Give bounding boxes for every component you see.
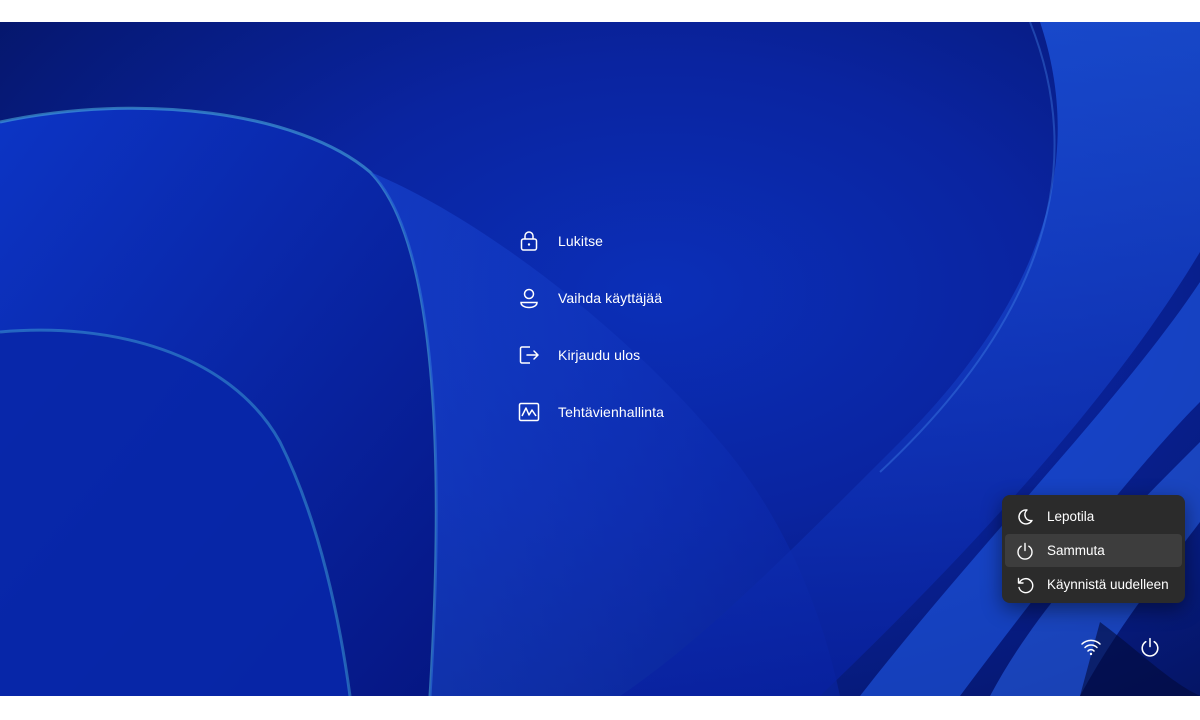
lock-label: Lukitse — [558, 232, 604, 249]
security-options-screen: Lukitse Vaihda käyttäjää Kirjaudu ulos T… — [0, 22, 1200, 696]
lock-button[interactable]: Lukitse — [510, 212, 664, 269]
sign-out-button[interactable]: Kirjaudu ulos — [510, 326, 664, 383]
task-manager-label: Tehtävienhallinta — [558, 403, 664, 420]
security-options-menu: Lukitse Vaihda käyttäjää Kirjaudu ulos T… — [510, 212, 664, 440]
switch-user-label: Vaihda käyttäjää — [558, 289, 663, 306]
task-manager-button[interactable]: Tehtävienhallinta — [510, 383, 664, 440]
wifi-icon[interactable] — [1079, 635, 1103, 659]
sleep-label: Lepotila — [1047, 509, 1095, 524]
sleep-option[interactable]: Lepotila — [1005, 500, 1182, 533]
lock-icon — [518, 230, 540, 252]
sign-out-label: Kirjaudu ulos — [558, 346, 641, 363]
restart-label: Käynnistä uudelleen — [1047, 577, 1169, 592]
power-options-flyout: Lepotila Sammuta Käynnistä uudelleen — [1002, 495, 1185, 603]
power-icon — [1141, 637, 1159, 657]
restart-option[interactable]: Käynnistä uudelleen — [1005, 568, 1182, 601]
sleep-moon-icon — [1015, 507, 1035, 527]
power-icon — [1015, 541, 1035, 561]
shutdown-option[interactable]: Sammuta — [1005, 534, 1182, 567]
shutdown-label: Sammuta — [1047, 543, 1105, 558]
power-button[interactable] — [1138, 635, 1162, 659]
switch-user-button[interactable]: Vaihda käyttäjää — [510, 269, 664, 326]
task-manager-icon — [518, 401, 540, 423]
restart-icon — [1015, 575, 1035, 595]
user-icon — [518, 287, 540, 309]
sign-out-icon — [518, 344, 540, 366]
